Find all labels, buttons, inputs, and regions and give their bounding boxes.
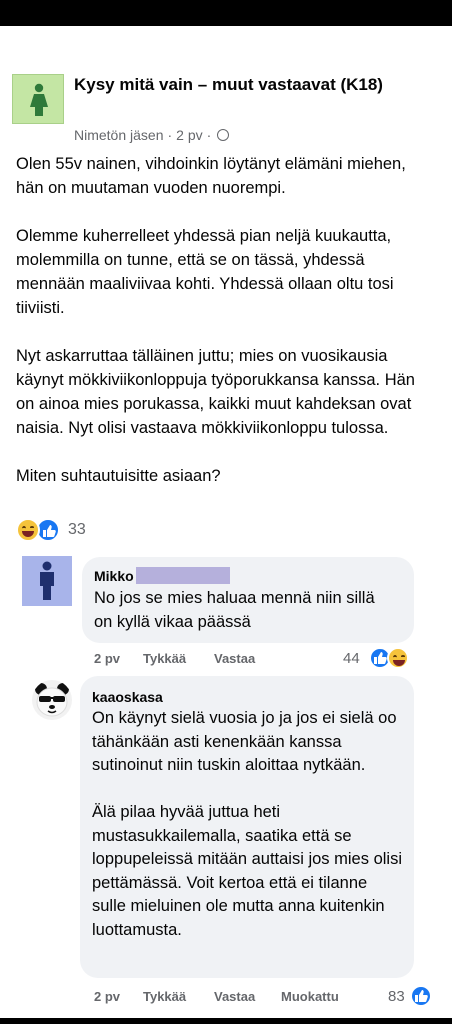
female-figure-icon (30, 83, 48, 116)
post-paragraph: Olemme kuherrelleet yhdessä pian neljä k… (16, 227, 394, 317)
post-paragraph: Miten suhtautuisitte asiaan? (16, 467, 221, 485)
haha-icon (16, 518, 40, 542)
like-button[interactable]: Tykkää (143, 989, 186, 1004)
avatar[interactable] (22, 556, 72, 606)
comment-time[interactable]: 2 pv (94, 989, 120, 1004)
comment-text: On käynyt sielä vuosia jo ja jos ei siel… (92, 707, 402, 966)
bottom-bar (0, 1018, 452, 1024)
group-icon (217, 129, 230, 141)
status-bar (0, 0, 452, 26)
comment-paragraph: On käynyt sielä vuosia jo ja jos ei siel… (92, 709, 397, 774)
male-figure-icon (40, 561, 54, 600)
reaction-count[interactable]: 33 (68, 521, 86, 539)
avatar[interactable] (32, 680, 72, 720)
comment-reaction-count[interactable]: 44 (343, 650, 360, 667)
like-icon (410, 985, 432, 1007)
reply-button[interactable]: Vastaa (214, 989, 255, 1004)
haha-icon (387, 647, 409, 669)
group-name[interactable]: Kysy mitä vain – muut vastaavat (K18) (74, 74, 434, 95)
separator-dot: · (206, 127, 212, 143)
panda-icon (35, 683, 69, 717)
post-body: Olen 55v nainen, vihdoinkin löytänyt elä… (16, 152, 436, 512)
comment-actions: 2 pv Tykkää Vastaa Muokattu 83 (94, 985, 434, 1007)
post-meta: Nimetön jäsen · 2 pv · (74, 126, 230, 144)
separator-dot: · (167, 127, 173, 143)
post-paragraph: Olen 55v nainen, vihdoinkin löytänyt elä… (16, 155, 406, 197)
comment-author[interactable]: kaaoskasa (92, 688, 163, 706)
comment-author[interactable]: Mikko (94, 567, 230, 585)
comment-actions: 2 pv Tykkää Vastaa 44 (94, 647, 424, 669)
comment-bubble: Mikko No jos se mies haluaa mennä niin s… (82, 557, 414, 643)
group-avatar[interactable] (12, 74, 64, 124)
comment-bubble: kaaoskasa On käynyt sielä vuosia jo ja j… (80, 676, 414, 978)
redaction-bar (135, 567, 230, 584)
comment-reaction-count[interactable]: 83 (388, 988, 405, 1005)
post-author[interactable]: Nimetön jäsen (74, 127, 164, 143)
comment-time[interactable]: 2 pv (94, 651, 120, 666)
post-paragraph: Nyt askarruttaa tälläinen juttu; mies on… (16, 347, 415, 437)
comment-text: No jos se mies haluaa mennä niin sillä o… (94, 589, 375, 631)
post-header: Kysy mitä vain – muut vastaavat (K18) Ni… (12, 72, 442, 148)
post-time[interactable]: 2 pv (176, 127, 202, 143)
like-button[interactable]: Tykkää (143, 651, 186, 666)
reply-button[interactable]: Vastaa (214, 651, 255, 666)
comment-paragraph: Älä pilaa hyvää juttua heti mustasukkail… (92, 803, 402, 939)
edited-label: Muokattu (281, 989, 339, 1004)
